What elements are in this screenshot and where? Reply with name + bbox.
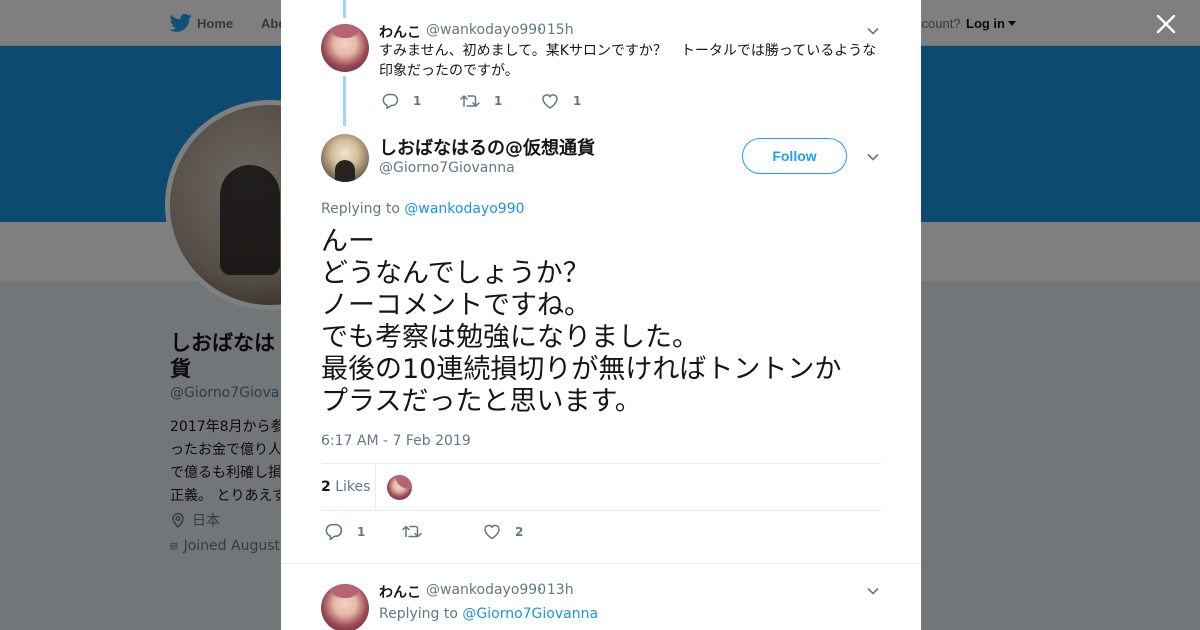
retweet-button[interactable]: 1 (460, 93, 502, 109)
reply-button[interactable]: 1 (325, 523, 365, 540)
like-button[interactable]: 2 (483, 523, 523, 540)
tweet-author-handle[interactable]: @wankodayo990 (426, 22, 546, 38)
chevron-down-icon[interactable] (866, 584, 880, 598)
tweet-author-handle[interactable]: @Giorno7Giovanna (379, 160, 515, 176)
retweet-icon (460, 95, 480, 107)
tweet-text: んー どうなんでしょうか？ ノーコメントですね。 でも考察は勉強になりました。 … (321, 226, 842, 417)
replying-to-handle-link[interactable]: @wankodayo990 (404, 201, 524, 217)
replying-to-handle-link[interactable]: @Giorno7Giovanna (462, 606, 598, 622)
follow-button[interactable]: Follow (742, 138, 847, 174)
tweet-time[interactable]: · 13h (538, 582, 574, 598)
retweet-icon (402, 525, 422, 538)
like-icon (542, 94, 558, 109)
reply-icon (382, 93, 399, 109)
tweet-stats: 2 Likes (321, 463, 881, 511)
reply-icon (325, 523, 343, 540)
liker-avatar[interactable] (387, 475, 412, 500)
tweet-timestamp[interactable]: 6:17 AM - 7 Feb 2019 (321, 433, 471, 449)
likes-count-link[interactable]: 2 Likes (321, 479, 370, 495)
replying-to: Replying to @Giorno7Giovanna (379, 606, 599, 622)
like-button[interactable]: 1 (541, 93, 581, 109)
tweet-author-handle[interactable]: @wankodayo990 (426, 582, 546, 598)
thread-connector (343, 0, 346, 18)
divider (281, 563, 921, 564)
tweet-time[interactable]: · 15h (538, 22, 574, 38)
tweet-author-name[interactable]: しおばなはるの@仮想通貨 (379, 134, 595, 160)
chevron-down-icon[interactable] (866, 150, 880, 164)
reply-button[interactable]: 1 (382, 93, 421, 109)
close-icon[interactable] (1155, 13, 1177, 35)
tweet-author-name[interactable]: わんこ (379, 22, 421, 42)
chevron-down-icon[interactable] (866, 24, 880, 38)
avatar[interactable] (321, 584, 369, 630)
like-icon (484, 524, 500, 540)
tweet-author-name[interactable]: わんこ (379, 582, 421, 602)
stats-divider (375, 464, 376, 510)
avatar[interactable] (321, 134, 369, 182)
replying-to: Replying to @wankodayo990 (321, 201, 525, 217)
retweet-button[interactable] (402, 523, 436, 540)
avatar[interactable] (321, 24, 369, 72)
thread-connector (343, 76, 346, 126)
tweet-modal: わんこ @wankodayo990 · 15h すみません、初めまして。某Kサロ… (281, 0, 921, 630)
tweet-text: すみません、初めまして。某Kサロンですか？ トータルでは勝っているような 印象だ… (379, 43, 877, 79)
